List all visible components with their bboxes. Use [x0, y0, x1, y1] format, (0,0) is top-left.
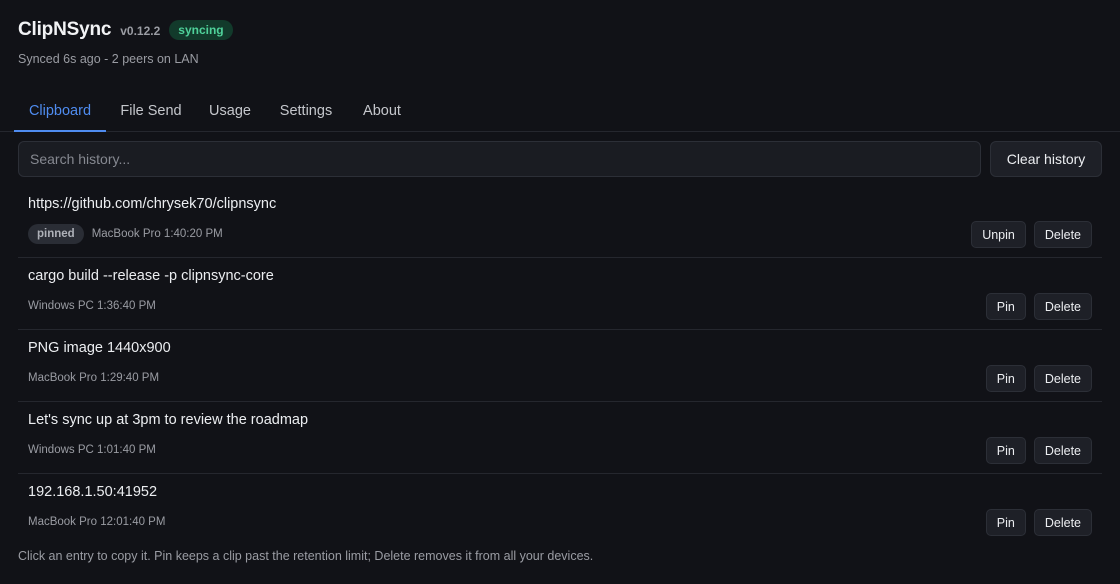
clip-text: cargo build --release -p clipnsync-core — [28, 268, 274, 284]
tab-usage[interactable]: Usage — [205, 92, 255, 132]
clip-source: MacBook Pro 1:40:20 PM — [91, 228, 223, 240]
clip-meta: Windows PC 1:01:40 PM — [28, 440, 156, 460]
tab-clipboard[interactable]: Clipboard — [14, 92, 106, 132]
pin-button[interactable]: Pin — [985, 437, 1026, 464]
list-item[interactable]: cargo build --release -p clipnsync-core … — [18, 258, 1102, 330]
delete-button[interactable]: Delete — [1033, 365, 1092, 392]
list-item[interactable]: PNG image 1440x900 MacBook Pro 1:29:40 P… — [18, 330, 1102, 402]
clip-text: 192.168.1.50:41952 — [28, 484, 158, 500]
clip-source: MacBook Pro 1:29:40 PM — [28, 372, 160, 384]
pin-button[interactable]: Pin — [985, 293, 1026, 320]
clip-meta: MacBook Pro 1:29:40 PM — [28, 368, 159, 388]
clip-meta: MacBook Pro 12:01:40 PM — [28, 512, 165, 532]
clip-source: MacBook Pro 12:01:40 PM — [28, 516, 166, 528]
delete-button[interactable]: Delete — [1033, 509, 1092, 536]
clip-text: Let's sync up at 3pm to review the roadm… — [28, 412, 309, 428]
app-window: ClipNSync v0.12.2 syncing Synced 6s ago … — [0, 0, 1120, 584]
search-input[interactable] — [18, 141, 981, 177]
clip-actions: Pin Delete — [985, 365, 1092, 392]
pin-button[interactable]: Pin — [985, 365, 1026, 392]
version-label: v0.12.2 — [120, 24, 161, 38]
clipboard-history-list: https://github.com/chrysek70/clipnsync p… — [18, 186, 1102, 546]
clear-history-button[interactable]: Clear history — [990, 141, 1102, 177]
delete-button[interactable]: Delete — [1033, 221, 1092, 248]
clip-source: Windows PC 1:01:40 PM — [28, 444, 156, 456]
list-item[interactable]: 192.168.1.50:41952 MacBook Pro 12:01:40 … — [18, 474, 1102, 546]
sync-status-text: Synced 6s ago - 2 peers on LAN — [18, 52, 199, 66]
clip-actions: Unpin Delete — [971, 221, 1092, 248]
clip-meta: Windows PC 1:36:40 PM — [28, 296, 156, 316]
header: ClipNSync v0.12.2 syncing Synced 6s ago … — [18, 18, 233, 66]
status-badge: syncing — [169, 20, 233, 40]
tab-settings[interactable]: Settings — [274, 92, 338, 132]
clip-text: https://github.com/chrysek70/clipnsync — [28, 196, 277, 212]
delete-button[interactable]: Delete — [1033, 293, 1092, 320]
app-title: ClipNSync — [18, 19, 112, 40]
clip-actions: Pin Delete — [985, 437, 1092, 464]
list-item[interactable]: https://github.com/chrysek70/clipnsync p… — [18, 186, 1102, 258]
clip-source: Windows PC 1:36:40 PM — [28, 300, 156, 312]
list-item[interactable]: Let's sync up at 3pm to review the roadm… — [18, 402, 1102, 474]
help-text: Click an entry to copy it. Pin keeps a c… — [18, 549, 594, 563]
pin-button[interactable]: Pin — [985, 509, 1026, 536]
tab-about[interactable]: About — [357, 92, 407, 132]
pinned-badge: pinned — [28, 224, 84, 244]
tab-bar: Clipboard File Send Usage Settings About — [0, 92, 1120, 132]
clip-text: PNG image 1440x900 — [28, 340, 171, 356]
clip-actions: Pin Delete — [985, 509, 1092, 536]
title-row: ClipNSync v0.12.2 syncing — [18, 18, 233, 42]
unpin-button[interactable]: Unpin — [971, 221, 1026, 248]
tab-file-send[interactable]: File Send — [116, 92, 186, 132]
clip-actions: Pin Delete — [985, 293, 1092, 320]
clip-meta: pinned MacBook Pro 1:40:20 PM — [28, 224, 223, 244]
delete-button[interactable]: Delete — [1033, 437, 1092, 464]
